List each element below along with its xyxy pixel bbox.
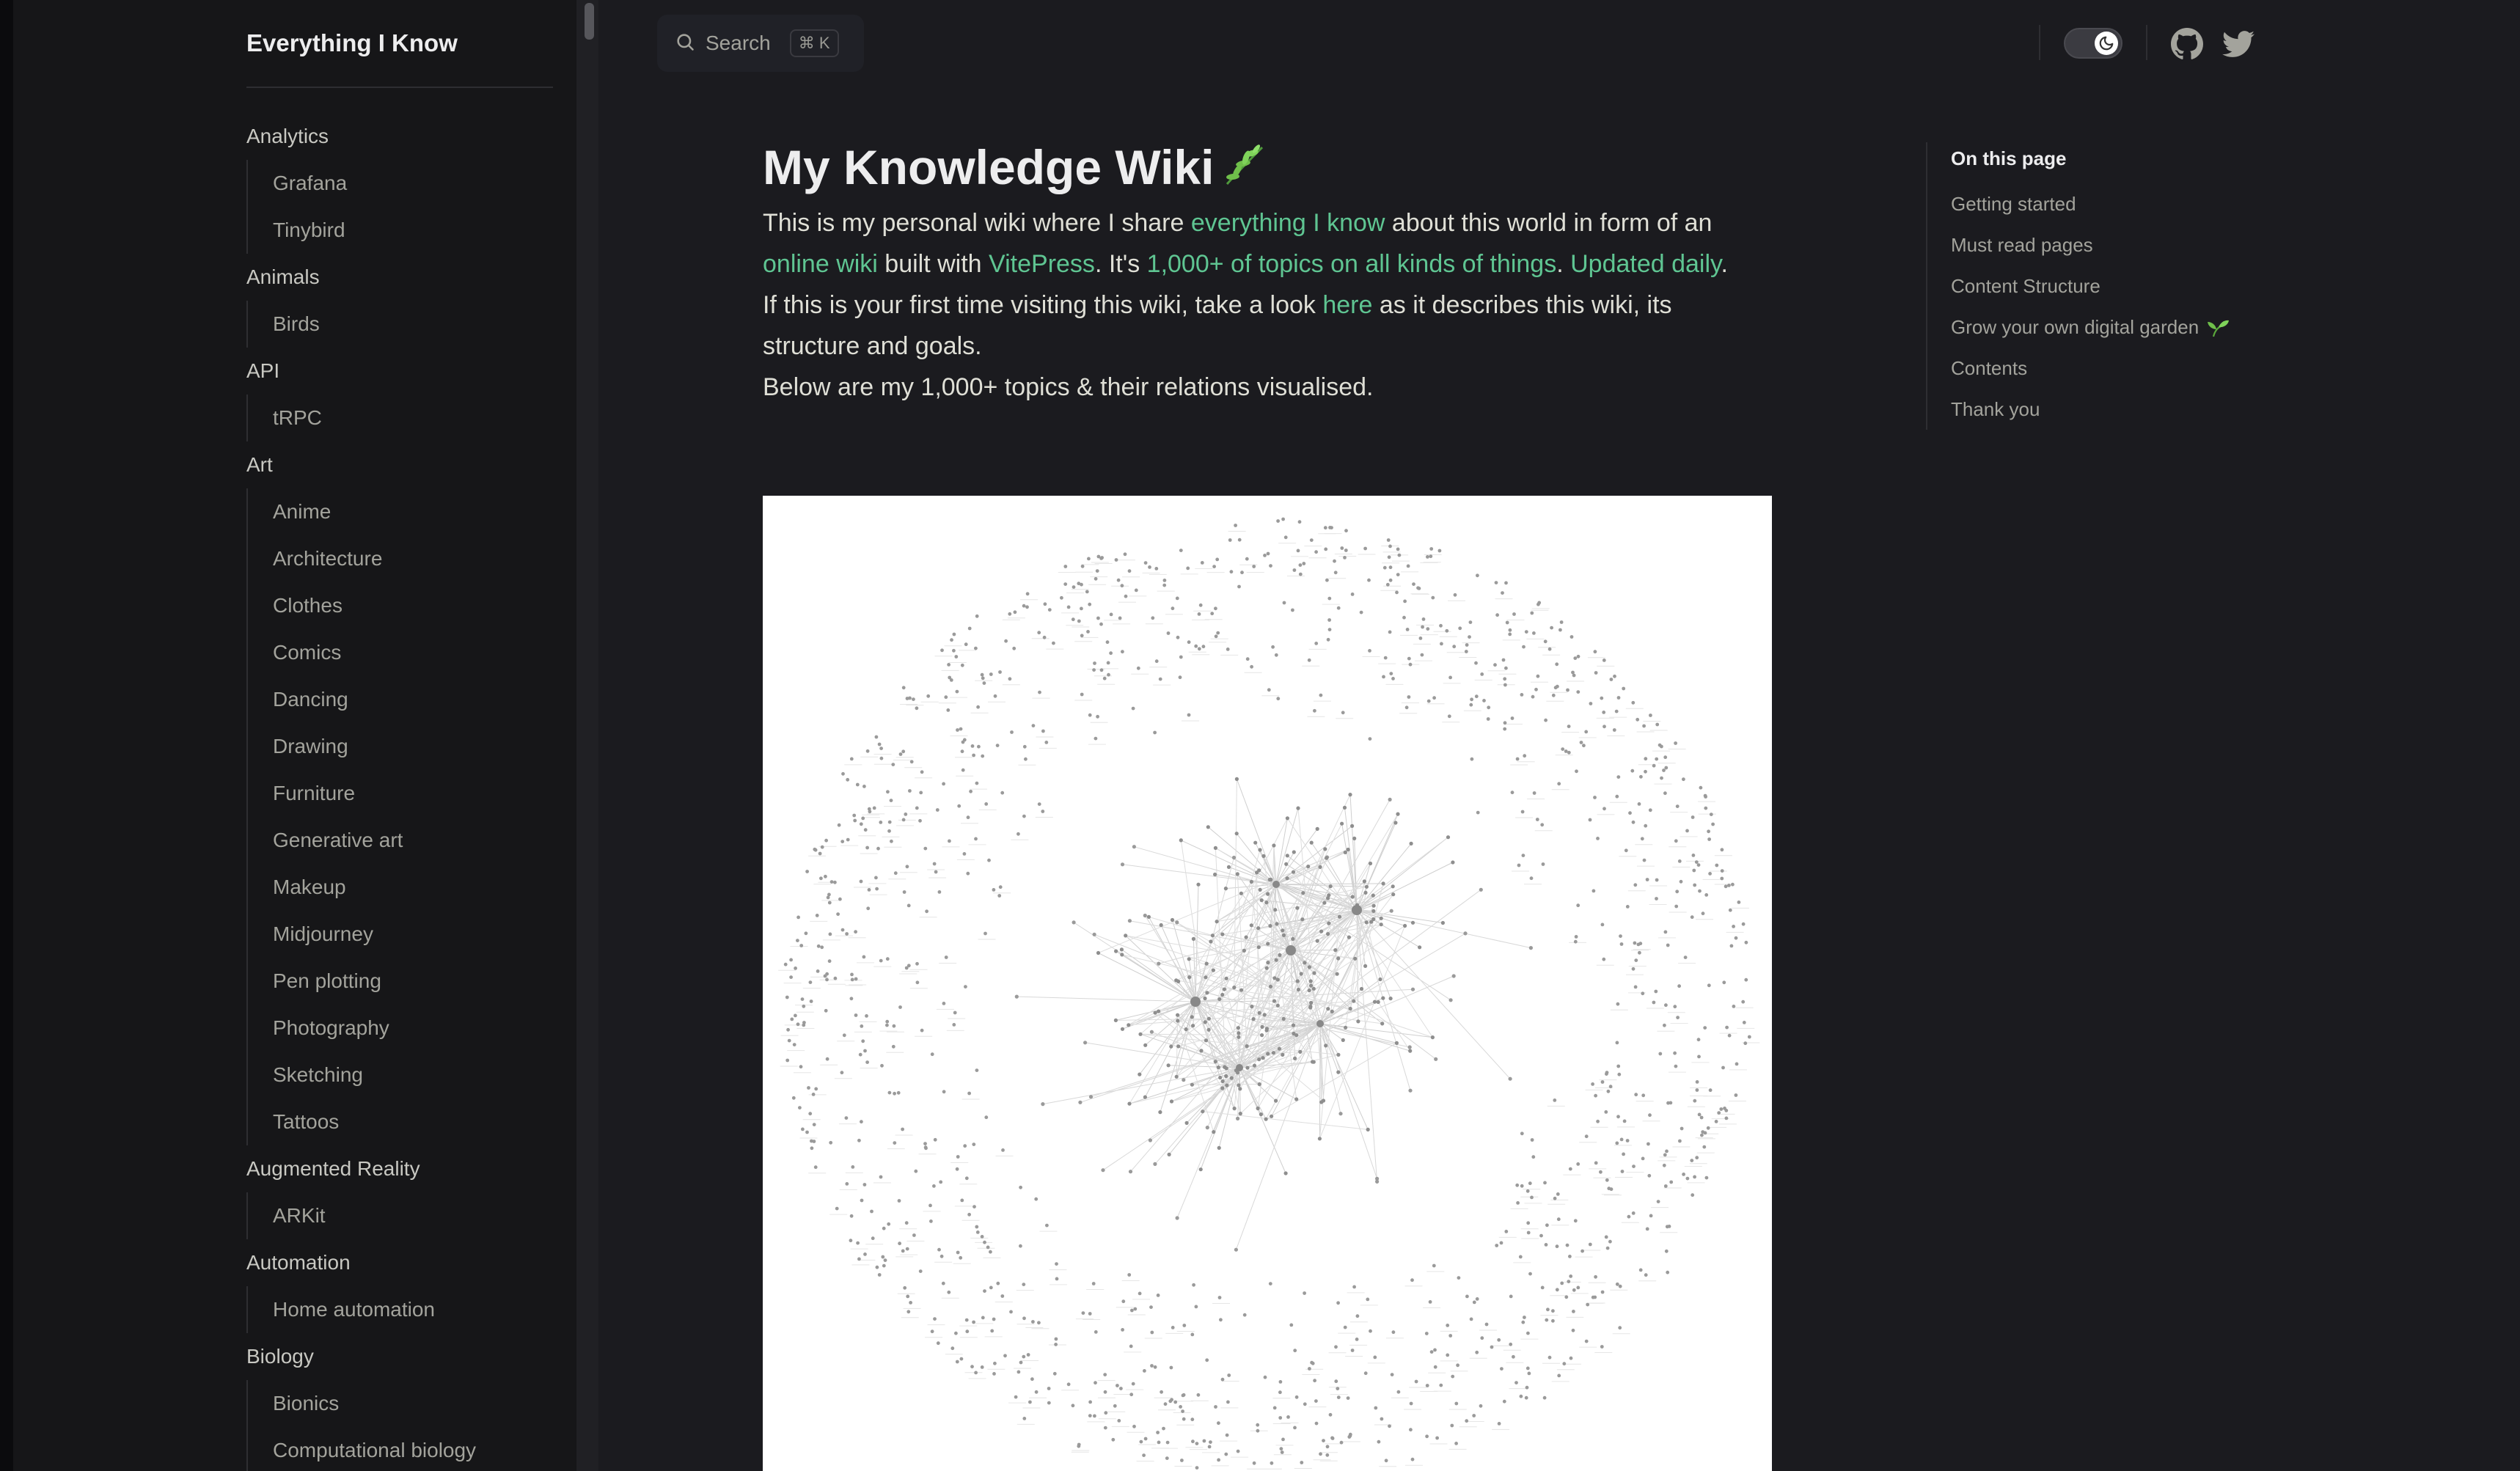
here-link[interactable]: here xyxy=(1322,291,1372,319)
sidebar-group-api[interactable]: API xyxy=(246,348,566,395)
sidebar-item-pen-plotting[interactable]: Pen plotting xyxy=(273,958,566,1005)
theme-toggle[interactable] xyxy=(2064,28,2122,59)
toc-item-label: Grow your own digital garden xyxy=(1951,316,2199,338)
sidebar-nav: Analytics Grafana Tinybird Animals Birds API t… xyxy=(246,113,566,1471)
sidebar-item-clothes[interactable]: Clothes xyxy=(273,582,566,629)
sidebar-item-home-automation[interactable]: Home automation xyxy=(273,1286,566,1333)
sidebar-group-children: Anime Architecture Clothes Comics Dancing Dra… xyxy=(246,488,566,1145)
main-content: My Knowledge Wiki This is my personal wi… xyxy=(763,132,1775,408)
sidebar-item-bionics[interactable]: Bionics xyxy=(273,1380,566,1427)
sidebar-item-arkit[interactable]: ARKit xyxy=(273,1192,566,1239)
updated-daily-link[interactable]: Updated daily xyxy=(1570,250,1721,278)
intro-paragraph: This is my personal wiki where I share e… xyxy=(763,209,1728,278)
first-visit-paragraph: If this is your first time visiting this… xyxy=(763,291,1672,360)
toc-title: On this page xyxy=(1951,147,2067,169)
sidebar-item-photography[interactable]: Photography xyxy=(273,1005,566,1052)
herb-emoji xyxy=(1221,136,1268,207)
sidebar-item-midjourney[interactable]: Midjourney xyxy=(273,911,566,958)
search-label: Search xyxy=(706,32,771,54)
sidebar-group-children: Birds xyxy=(246,301,566,348)
sidebar-item-birds[interactable]: Birds xyxy=(273,301,566,348)
sidebar-item-anime[interactable]: Anime xyxy=(273,488,566,535)
search-icon xyxy=(675,32,695,56)
sidebar-group-art[interactable]: Art xyxy=(246,441,566,488)
sidebar-group-children: ARKit xyxy=(246,1192,566,1239)
sidebar-item-computational-biology[interactable]: Computational biology xyxy=(273,1427,566,1471)
topic-graph-image xyxy=(763,496,1772,1471)
sidebar-item-makeup[interactable]: Makeup xyxy=(273,864,566,911)
graph-nodes xyxy=(783,517,1751,1470)
sidebar-group-analytics[interactable]: Analytics xyxy=(246,113,566,160)
sidebar-group-children: Grafana Tinybird xyxy=(246,160,566,254)
toc-item-contents[interactable]: Contents xyxy=(1951,348,2362,389)
toc-item-content-structure[interactable]: Content Structure xyxy=(1951,265,2362,307)
sidebar-scrollbar-thumb[interactable] xyxy=(585,3,594,40)
sidebar-item-drawing[interactable]: Drawing xyxy=(273,723,566,770)
toc-item-label: Contents xyxy=(1951,357,2028,379)
site-title[interactable]: Everything I Know xyxy=(246,0,553,88)
sidebar-item-trpc[interactable]: tRPC xyxy=(273,395,566,441)
sidebar-item-tattoos[interactable]: Tattoos xyxy=(273,1098,566,1145)
sidebar-group-augmented-reality[interactable]: Augmented Reality xyxy=(246,1145,566,1192)
sidebar-item-sketching[interactable]: Sketching xyxy=(273,1052,566,1098)
github-icon[interactable] xyxy=(2171,28,2203,60)
sidebar-item-dancing[interactable]: Dancing xyxy=(273,676,566,723)
graph-edges xyxy=(778,531,1760,1470)
topbar-divider xyxy=(2146,25,2147,60)
sidebar-group-animals[interactable]: Animals xyxy=(246,254,566,301)
topic-graph xyxy=(778,517,1760,1470)
search-button[interactable]: Search ⌘ K xyxy=(657,15,864,72)
sidebar-group-children: Bionics Computational biology xyxy=(246,1380,566,1471)
sidebar-item-generative-art[interactable]: Generative art xyxy=(273,817,566,864)
window-edge xyxy=(0,0,13,1471)
everything-i-know-link[interactable]: everything I know xyxy=(1191,209,1385,237)
toc-item-thank-you[interactable]: Thank you xyxy=(1951,389,2362,430)
toc-item-getting-started[interactable]: Getting started xyxy=(1951,183,2362,224)
visualised-paragraph: Below are my 1,000+ topics & their relat… xyxy=(763,373,1374,401)
toc-item-grow-your-own-digital-garden[interactable]: Grow your own digital garden xyxy=(1951,307,2362,348)
twitter-icon[interactable] xyxy=(2222,28,2255,60)
topbar-divider xyxy=(2039,25,2040,60)
sidebar-item-grafana[interactable]: Grafana xyxy=(273,160,566,207)
sidebar-item-comics[interactable]: Comics xyxy=(273,629,566,676)
toc-item-must-read-pages[interactable]: Must read pages xyxy=(1951,224,2362,265)
search-shortcut: ⌘ K xyxy=(789,29,839,57)
seedling-emoji xyxy=(2206,316,2230,338)
moon-icon xyxy=(2095,32,2118,55)
vitepress-link[interactable]: VitePress xyxy=(989,250,1095,278)
sidebar-group-biology[interactable]: Biology xyxy=(246,1333,566,1380)
sidebar-group-children: Home automation xyxy=(246,1286,566,1333)
toc-item-label: Content Structure xyxy=(1951,275,2100,297)
sidebar-group-automation[interactable]: Automation xyxy=(246,1239,566,1286)
toc-item-label: Must read pages xyxy=(1951,234,2093,256)
sidebar: Everything I Know Analytics Grafana Tinybi… xyxy=(13,0,576,1471)
toc-item-label: Thank you xyxy=(1951,398,2040,420)
sidebar-item-furniture[interactable]: Furniture xyxy=(273,770,566,817)
sidebar-item-tinybird[interactable]: Tinybird xyxy=(273,207,566,254)
sidebar-group-children: tRPC xyxy=(246,395,566,441)
page-title: My Knowledge Wiki xyxy=(763,132,1775,202)
online-wiki-link[interactable]: online wiki xyxy=(763,250,878,278)
sidebar-scrollbar[interactable] xyxy=(576,0,598,1471)
toc-item-label: Getting started xyxy=(1951,193,2076,215)
topics-link[interactable]: 1,000+ of topics on all kinds of things xyxy=(1147,250,1557,278)
sidebar-item-architecture[interactable]: Architecture xyxy=(273,535,566,582)
table-of-contents: On this page Getting started Must read pa… xyxy=(1926,142,2362,430)
